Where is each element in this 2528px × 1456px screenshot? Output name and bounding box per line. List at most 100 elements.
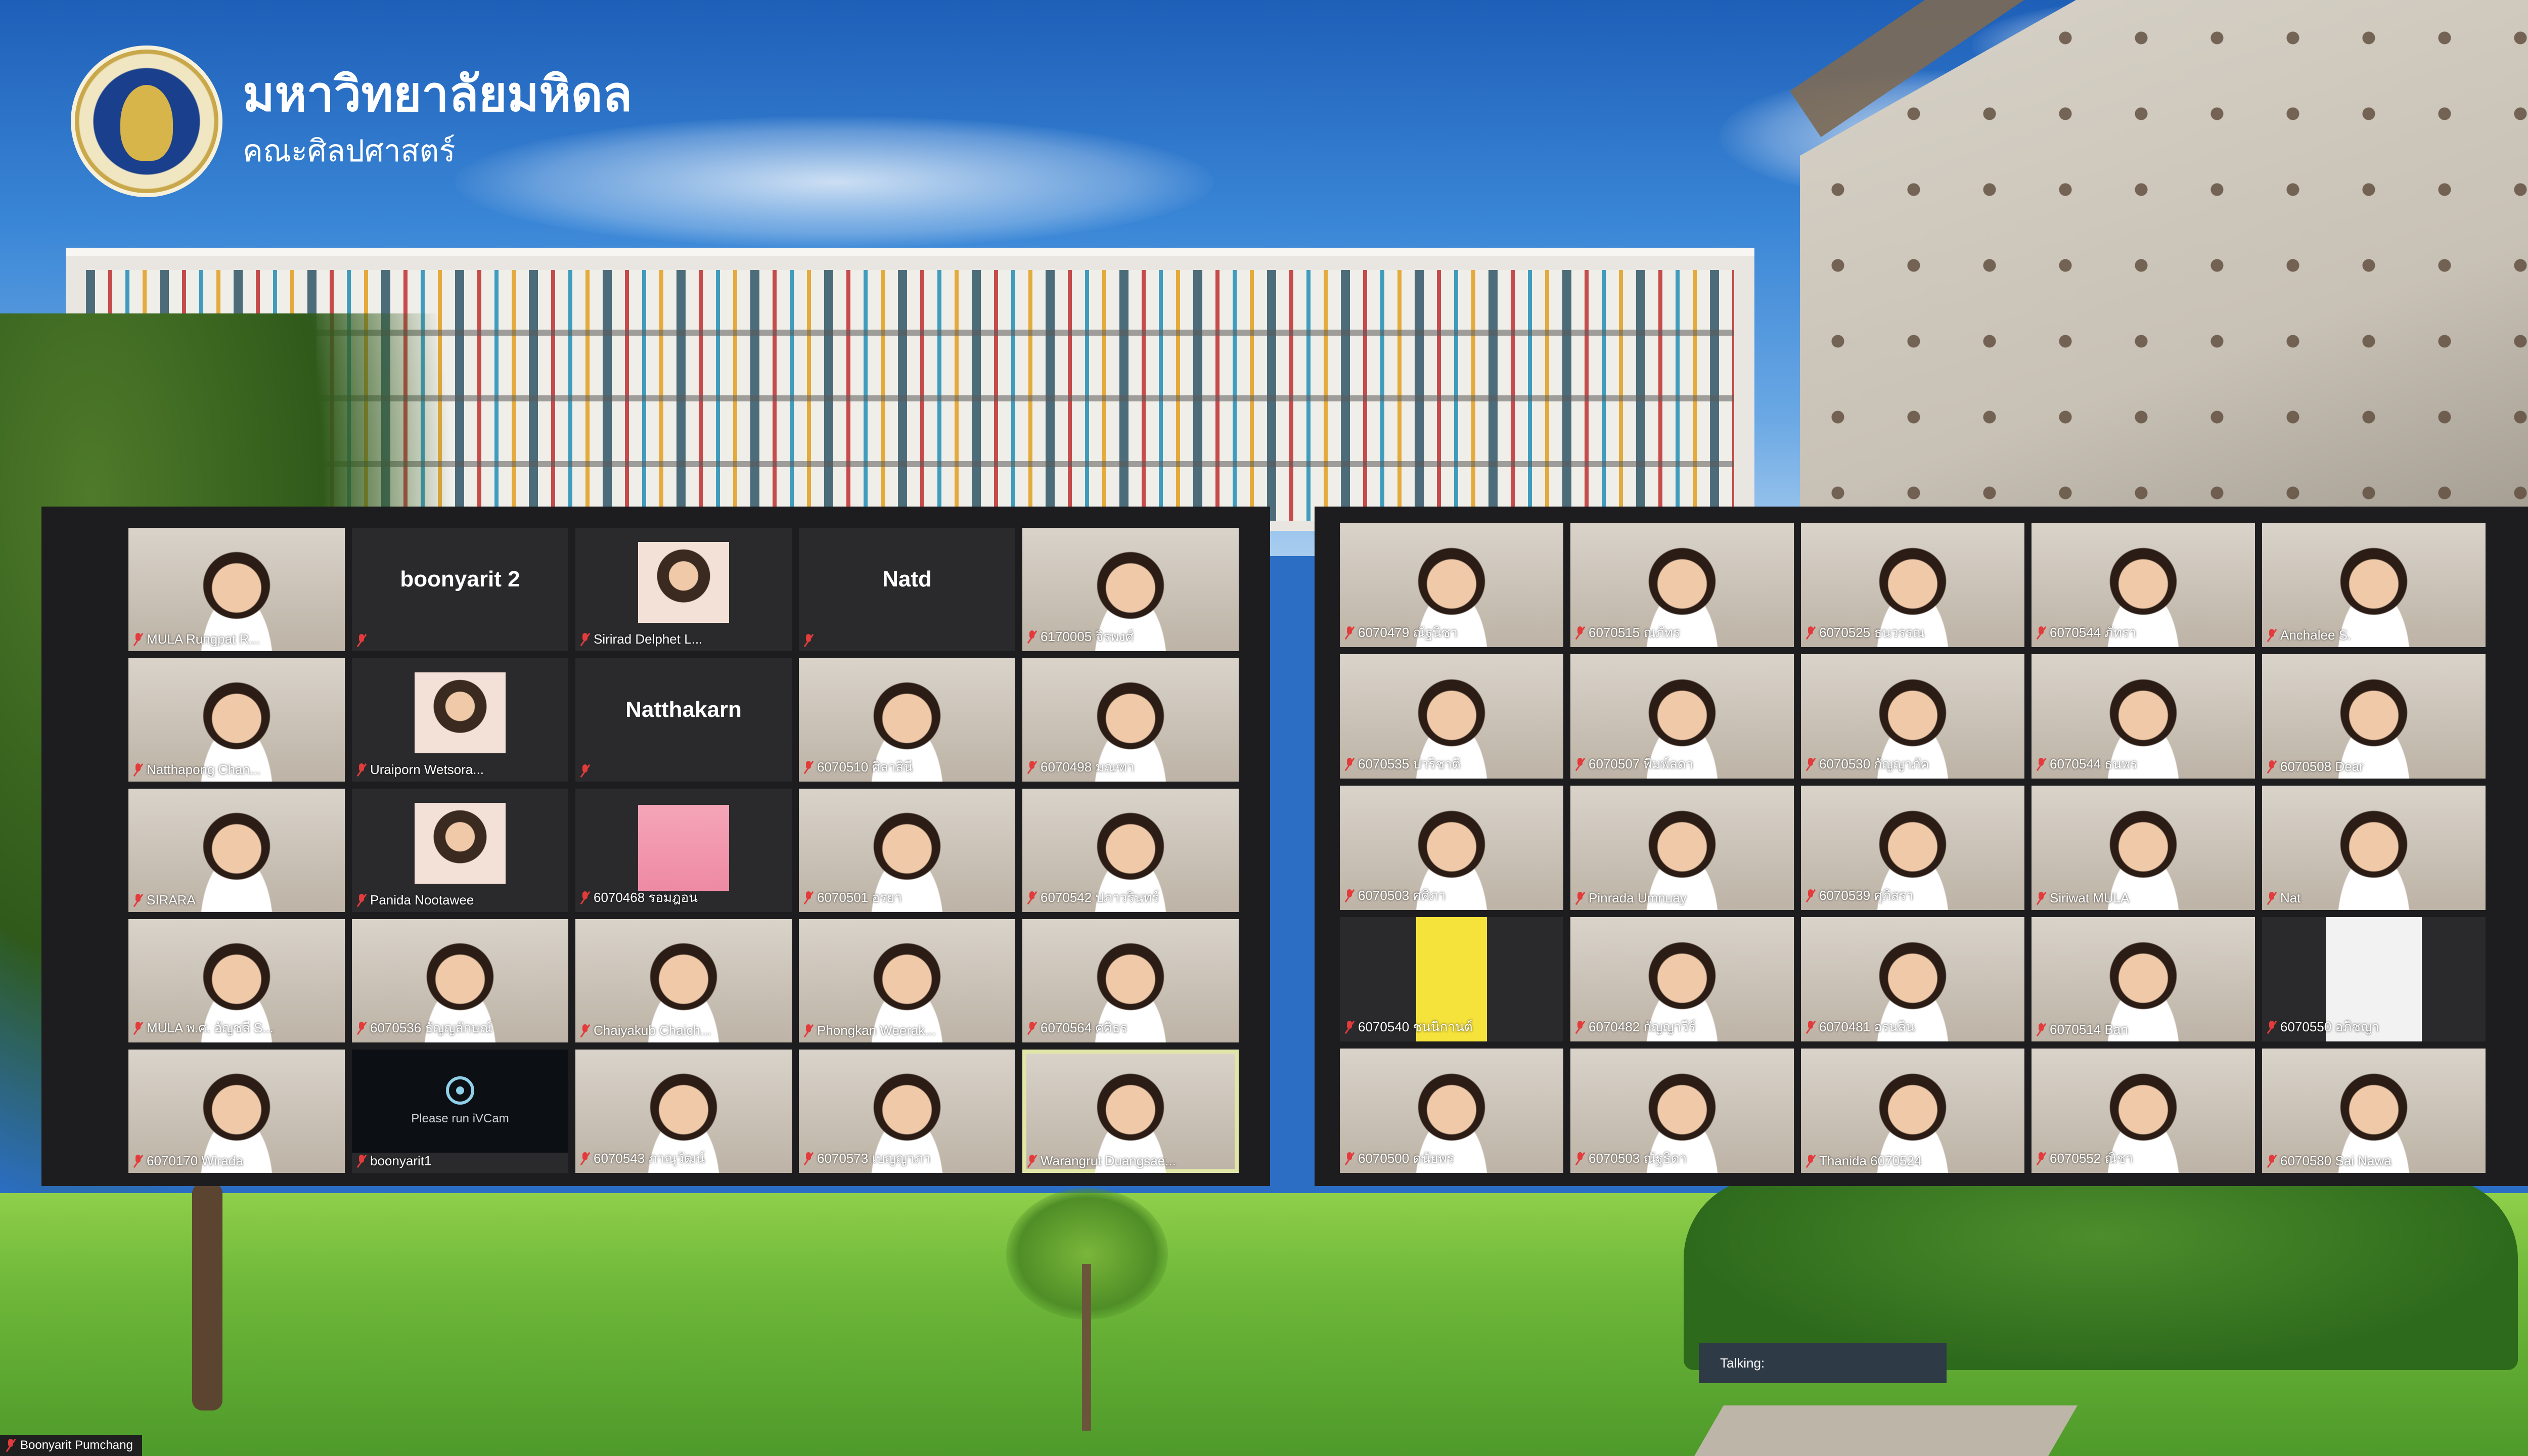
- participant-tile[interactable]: Panida Nootawee: [352, 789, 568, 912]
- participant-name-tag: 6070543 ภาณุวัฒน์: [580, 1148, 787, 1169]
- mic-muted-icon: [133, 1154, 143, 1168]
- participant-tile[interactable]: Anchalee S.: [2262, 523, 2486, 647]
- participant-tile[interactable]: 6070525 ธนวรรณ: [1801, 523, 2024, 647]
- participant-tile[interactable]: 6070535 ปาริชาติ: [1340, 654, 1563, 779]
- participant-tile[interactable]: 6070481 อรนลิน: [1801, 917, 2024, 1041]
- participant-tile[interactable]: 6070530 กัญญาภัค: [1801, 654, 2024, 779]
- participant-tile[interactable]: 6070479 ณัฐนิชา: [1340, 523, 1563, 647]
- participant-name-tag: 6070503 ศศิภา: [1345, 885, 1558, 906]
- gallery-panel-right: 6070479 ณัฐนิชา 6070515 ณภัทร 6070525 ธนวร…: [1315, 507, 2528, 1186]
- participant-tile[interactable]: Please run iVCam boonyarit1: [352, 1050, 568, 1173]
- mic-muted-icon: [804, 634, 813, 647]
- participant-name-tag: [580, 764, 787, 778]
- participant-name: 6070479 ณัฐนิชา: [1358, 625, 1458, 640]
- mic-muted-icon: [357, 1154, 366, 1168]
- participant-tile[interactable]: 6070482 กัญญาวีร์: [1570, 917, 1794, 1041]
- participant-tile[interactable]: Sirirad Delphet L...: [575, 528, 792, 651]
- participant-tile[interactable]: Pinrada Umnuay: [1570, 786, 1794, 910]
- mic-muted-icon: [580, 1152, 590, 1165]
- mic-muted-icon: [2267, 1154, 2276, 1168]
- participant-tile[interactable]: 6070544 ภัทรา: [2032, 523, 2255, 647]
- talking-indicator: Talking:: [1699, 1343, 1947, 1383]
- participant-tile[interactable]: Phongkan Weerak...: [799, 919, 1015, 1042]
- ivcam-placeholder: Please run iVCam: [352, 1050, 568, 1153]
- participant-name-tag: 6070507 พิมพ์ลดา: [1575, 754, 1789, 775]
- participant-tile[interactable]: Warangrut Duangsae...: [1022, 1050, 1239, 1173]
- participant-tile[interactable]: Natthakarn: [575, 658, 792, 782]
- participant-tile[interactable]: Natthapong Chan...: [128, 658, 345, 782]
- participant-name: 6070535 ปาริชาติ: [1358, 756, 1461, 771]
- participant-tile[interactable]: SIRARA: [128, 789, 345, 912]
- mic-muted-icon: [357, 634, 366, 647]
- participant-tile[interactable]: 6070503 ศศิภา: [1340, 786, 1563, 910]
- participant-tile[interactable]: Natd: [799, 528, 1015, 651]
- participant-name-tag: Warangrut Duangsae...: [1027, 1153, 1234, 1169]
- participant-name-tag: 6070539 ศุภิสรา: [1806, 885, 2019, 906]
- mic-muted-icon: [1027, 891, 1036, 904]
- participant-name-tag: Sirirad Delphet L...: [580, 631, 787, 647]
- participant-tile[interactable]: 6070515 ณภัทร: [1570, 523, 1794, 647]
- participant-tile[interactable]: 6070539 ศุภิสรา: [1801, 786, 2024, 910]
- participant-tile[interactable]: 6070498 มณฑา: [1022, 658, 1239, 782]
- mic-muted-icon: [1806, 1020, 1815, 1034]
- participant-name: 6070536 ธัญญลักษณ์: [370, 1020, 492, 1035]
- participant-tile[interactable]: Uraiporn Wetsora...: [352, 658, 568, 782]
- participant-name: 6070530 กัญญาภัค: [1819, 756, 1929, 771]
- participant-name: Thanida 6070524: [1819, 1153, 1922, 1168]
- participant-name: Natthapong Chan...: [147, 762, 261, 777]
- mic-muted-icon: [580, 632, 590, 646]
- participant-tile[interactable]: 6070468 รอมฎอน: [575, 789, 792, 912]
- participant-tile[interactable]: 6070573 เบญญาภา: [799, 1050, 1015, 1173]
- participant-tile[interactable]: 6070507 พิมพ์ลดา: [1570, 654, 1794, 779]
- participant-tile[interactable]: Thanida 6070524: [1801, 1049, 2024, 1173]
- participant-name-tag: 6070515 ณภัทร: [1575, 622, 1789, 643]
- participant-name-tag: boonyarit1: [357, 1153, 563, 1169]
- participant-name: Warangrut Duangsae...: [1041, 1153, 1176, 1168]
- participant-tile[interactable]: 6070510 ศิลาสินี: [799, 658, 1015, 782]
- participant-tile[interactable]: boonyarit 2: [352, 528, 568, 651]
- participant-tile[interactable]: 6070552 ณิชา: [2032, 1049, 2255, 1173]
- participant-name: Anchalee S.: [2280, 627, 2352, 643]
- participant-name: Phongkan Weerak...: [817, 1023, 936, 1038]
- participant-display-name: boonyarit 2: [400, 567, 520, 592]
- participant-tile[interactable]: 6070540 ชนนิกานต์: [1340, 917, 1563, 1041]
- participant-tile[interactable]: 6170005 จิรพงศ์: [1022, 528, 1239, 651]
- participant-name: 6070544 ภัทรา: [2050, 625, 2137, 640]
- participant-tile[interactable]: 6070501 อรยา: [799, 789, 1015, 912]
- participant-tile[interactable]: 6070500 ดนัยพร: [1340, 1049, 1563, 1173]
- participant-name-tag: 6070468 รอมฎอน: [580, 887, 787, 908]
- participant-name-tag: [804, 634, 1010, 647]
- participant-name-tag: 6070500 ดนัยพร: [1345, 1148, 1558, 1169]
- participant-tile[interactable]: 6070170 Wirada: [128, 1050, 345, 1173]
- participant-name: 6070573 เบญญาภา: [817, 1151, 931, 1166]
- mic-muted-icon: [1575, 626, 1585, 640]
- participant-name-tag: Pinrada Umnuay: [1575, 890, 1789, 906]
- mic-muted-icon: [2267, 628, 2276, 642]
- participant-name: 6070500 ดนัยพร: [1358, 1151, 1454, 1166]
- participant-tile[interactable]: Siriwat MULA: [2032, 786, 2255, 910]
- participant-tile[interactable]: 6070536 ธัญญลักษณ์: [352, 919, 568, 1042]
- participant-name-tag: Anchalee S.: [2267, 627, 2480, 643]
- participant-tile[interactable]: 6070564 ศศิธร: [1022, 919, 1239, 1042]
- participant-tile[interactable]: Nat: [2262, 786, 2486, 910]
- tree-trunk: [192, 1183, 222, 1410]
- participant-name-tag: Siriwat MULA: [2037, 890, 2250, 906]
- participant-name: 6070482 กัญญาวีร์: [1589, 1019, 1696, 1034]
- participant-name: Sirirad Delphet L...: [594, 631, 703, 647]
- participant-tile[interactable]: Chaiyakub Chaich...: [575, 919, 792, 1042]
- mic-muted-icon: [804, 1024, 813, 1037]
- participant-name: boonyarit1: [370, 1153, 432, 1168]
- participant-tile[interactable]: 6070580 Sai Nawa: [2262, 1049, 2486, 1173]
- participant-tile[interactable]: MULA Rungpat R...: [128, 528, 345, 651]
- participant-tile[interactable]: 6070543 ภาณุวัฒน์: [575, 1050, 792, 1173]
- mic-muted-icon: [357, 1021, 366, 1035]
- mic-muted-icon: [1027, 1154, 1036, 1168]
- participant-tile[interactable]: MULA พ.ศ. อัญชลี S...: [128, 919, 345, 1042]
- mic-muted-icon: [1345, 626, 1354, 640]
- participant-tile[interactable]: 6070503 ณัฐธิดา: [1570, 1049, 1794, 1173]
- participant-tile[interactable]: 6070542 ปภาวรินทร์: [1022, 789, 1239, 912]
- participant-tile[interactable]: 6070544 ธนพร: [2032, 654, 2255, 779]
- participant-tile[interactable]: 6070508 Dear: [2262, 654, 2486, 779]
- participant-tile[interactable]: 6070550 อภิชญา: [2262, 917, 2486, 1041]
- participant-tile[interactable]: 6070514 Ban: [2032, 917, 2255, 1041]
